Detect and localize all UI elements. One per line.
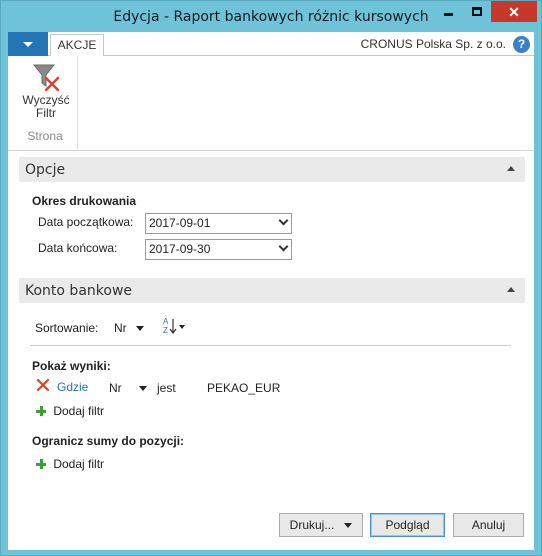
ribbon-group-page: Wyczyść Filtr Strona	[12, 56, 78, 149]
dropdown-arrow-icon	[23, 41, 33, 47]
tab-actions[interactable]: AKCJE	[50, 34, 104, 57]
add-totals-filter-button[interactable]: Dodaj filtr	[36, 457, 104, 471]
cancel-button[interactable]: Anuluj	[453, 513, 524, 537]
minimize-icon	[444, 13, 453, 16]
title-bar[interactable]: Edycja - Raport bankowych różnic kursowy…	[1, 1, 541, 32]
help-icon[interactable]: ?	[513, 36, 530, 53]
ribbon-group-label: Strona	[27, 129, 63, 143]
remove-filter-icon[interactable]	[36, 378, 50, 392]
dropdown-arrow-icon	[136, 326, 145, 332]
end-date-label: Data końcowa:	[38, 241, 118, 255]
chevron-down-icon[interactable]	[278, 215, 289, 226]
close-button[interactable]: ✕	[491, 1, 537, 22]
chevron-down-icon[interactable]	[278, 241, 289, 252]
funnel-clear-icon	[28, 62, 64, 94]
collapse-chevron-icon[interactable]	[507, 166, 515, 171]
sort-label: Sortowanie:	[35, 321, 99, 335]
options-section-header[interactable]: Opcje	[19, 157, 525, 182]
svg-text:A: A	[163, 317, 169, 326]
sort-ascending-icon: A Z	[163, 317, 185, 335]
bank-account-section-header[interactable]: Konto bankowe	[19, 278, 525, 303]
company-name: CRONUS Polska Sp. z o.o.	[360, 37, 506, 51]
print-button-label: Drukuj...	[289, 518, 335, 532]
sort-field-value: Nr	[114, 321, 127, 335]
filter-where-link[interactable]: Gdzie	[57, 380, 88, 394]
print-button[interactable]: Drukuj...	[279, 513, 363, 537]
plus-icon	[36, 459, 46, 469]
filter-field-dropdown[interactable]: Nr	[109, 381, 148, 395]
preview-button[interactable]: Podgląd	[370, 513, 445, 537]
show-results-title: Pokaż wyniki:	[32, 359, 111, 373]
start-date-field[interactable]: 2017-09-01	[145, 213, 292, 234]
svg-text:Z: Z	[163, 326, 168, 335]
request-page-content: Opcje Okres drukowania Data początkowa: …	[8, 152, 534, 550]
dialog-client-area: AKCJE CRONUS Polska Sp. z o.o. ? Wyczyść…	[8, 32, 534, 550]
collapse-chevron-icon[interactable]	[507, 287, 515, 292]
limit-totals-title: Ogranicz sumy do pozycji:	[32, 434, 185, 448]
dialog-window: Edycja - Raport bankowych różnic kursowy…	[0, 0, 542, 556]
maximize-icon	[471, 7, 482, 16]
preview-button-label: Podgląd	[385, 518, 430, 532]
clear-filter-label-2: Filtr	[36, 106, 56, 120]
add-filter-label: Dodaj filtr	[53, 404, 105, 418]
start-date-value: 2017-09-01	[149, 216, 211, 230]
app-menu-button[interactable]	[8, 32, 48, 56]
plus-icon	[36, 406, 46, 416]
close-icon: ✕	[508, 3, 520, 20]
start-date-label: Data początkowa:	[38, 215, 134, 229]
ribbon-panel: Wyczyść Filtr Strona	[8, 56, 534, 151]
sort-field-dropdown[interactable]: Nr	[114, 321, 145, 335]
cancel-button-label: Anuluj	[471, 518, 506, 532]
end-date-value: 2017-09-30	[149, 242, 211, 256]
add-filter-button[interactable]: Dodaj filtr	[36, 404, 104, 418]
filter-value-field[interactable]: PEKAO_EUR	[207, 381, 280, 395]
options-section-title: Opcje	[25, 162, 66, 178]
sort-order-button[interactable]: A Z	[163, 316, 187, 336]
end-date-field[interactable]: 2017-09-30	[145, 239, 292, 260]
bank-account-section-title: Konto bankowe	[25, 283, 133, 299]
minimize-button[interactable]	[435, 1, 462, 22]
clear-filter-button[interactable]: Wyczyść Filtr	[16, 60, 76, 122]
ribbon-tab-bar: AKCJE CRONUS Polska Sp. z o.o. ?	[8, 32, 534, 57]
separator	[30, 345, 511, 346]
maximize-button[interactable]	[463, 1, 490, 22]
filter-field-value: Nr	[109, 381, 122, 395]
add-totals-filter-label: Dodaj filtr	[53, 457, 105, 471]
dropdown-arrow-icon	[344, 522, 353, 528]
period-group-title: Okres drukowania	[32, 194, 137, 208]
filter-operator: jest	[157, 381, 176, 395]
dropdown-arrow-icon	[139, 386, 148, 392]
